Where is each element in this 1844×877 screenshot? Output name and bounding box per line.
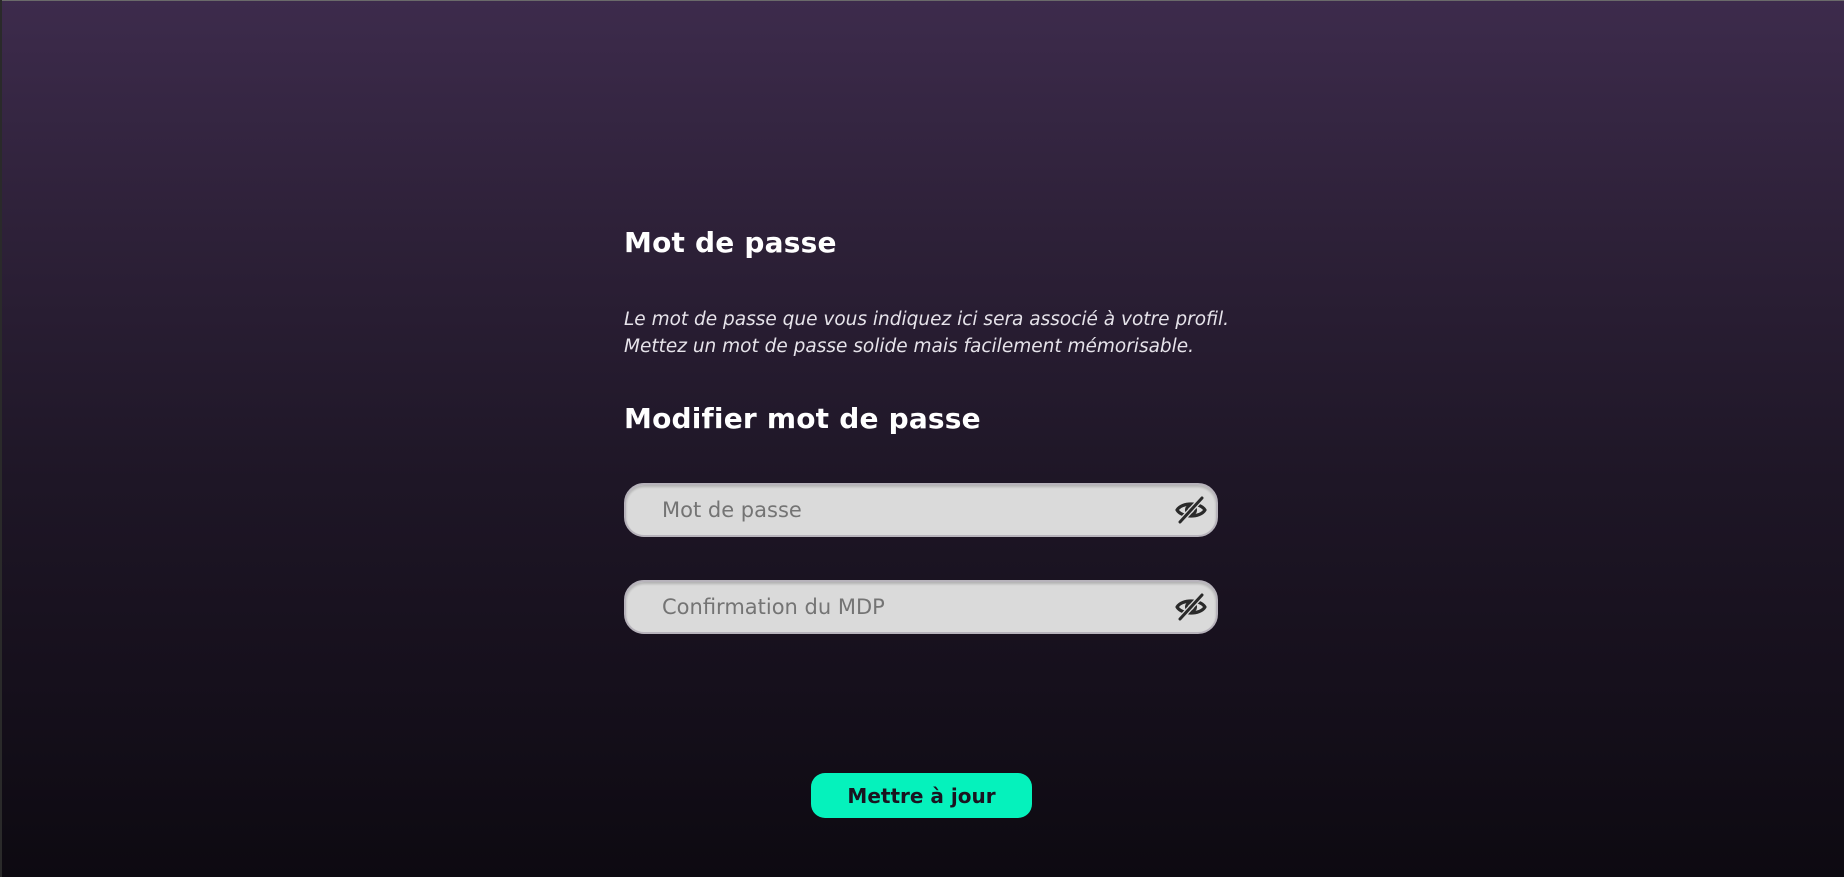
change-password-title: Modifier mot de passe [624,402,981,435]
password-input[interactable] [662,485,1142,535]
password-field [624,483,1218,537]
confirm-password-field [624,580,1218,634]
section-description: Le mot de passe que vous indiquez ici se… [624,306,1229,360]
section-title: Mot de passe [624,226,837,259]
description-line-2: Mettez un mot de passe solide mais facil… [624,336,1195,357]
description-line-1: Le mot de passe que vous indiquez ici se… [624,309,1230,330]
eye-slash-icon[interactable] [1174,591,1208,623]
eye-slash-icon[interactable] [1174,494,1208,526]
update-button[interactable]: Mettre à jour [811,773,1032,818]
window-top-border [0,0,1844,1]
confirm-password-input[interactable] [662,582,1142,632]
window-left-border [0,0,2,877]
